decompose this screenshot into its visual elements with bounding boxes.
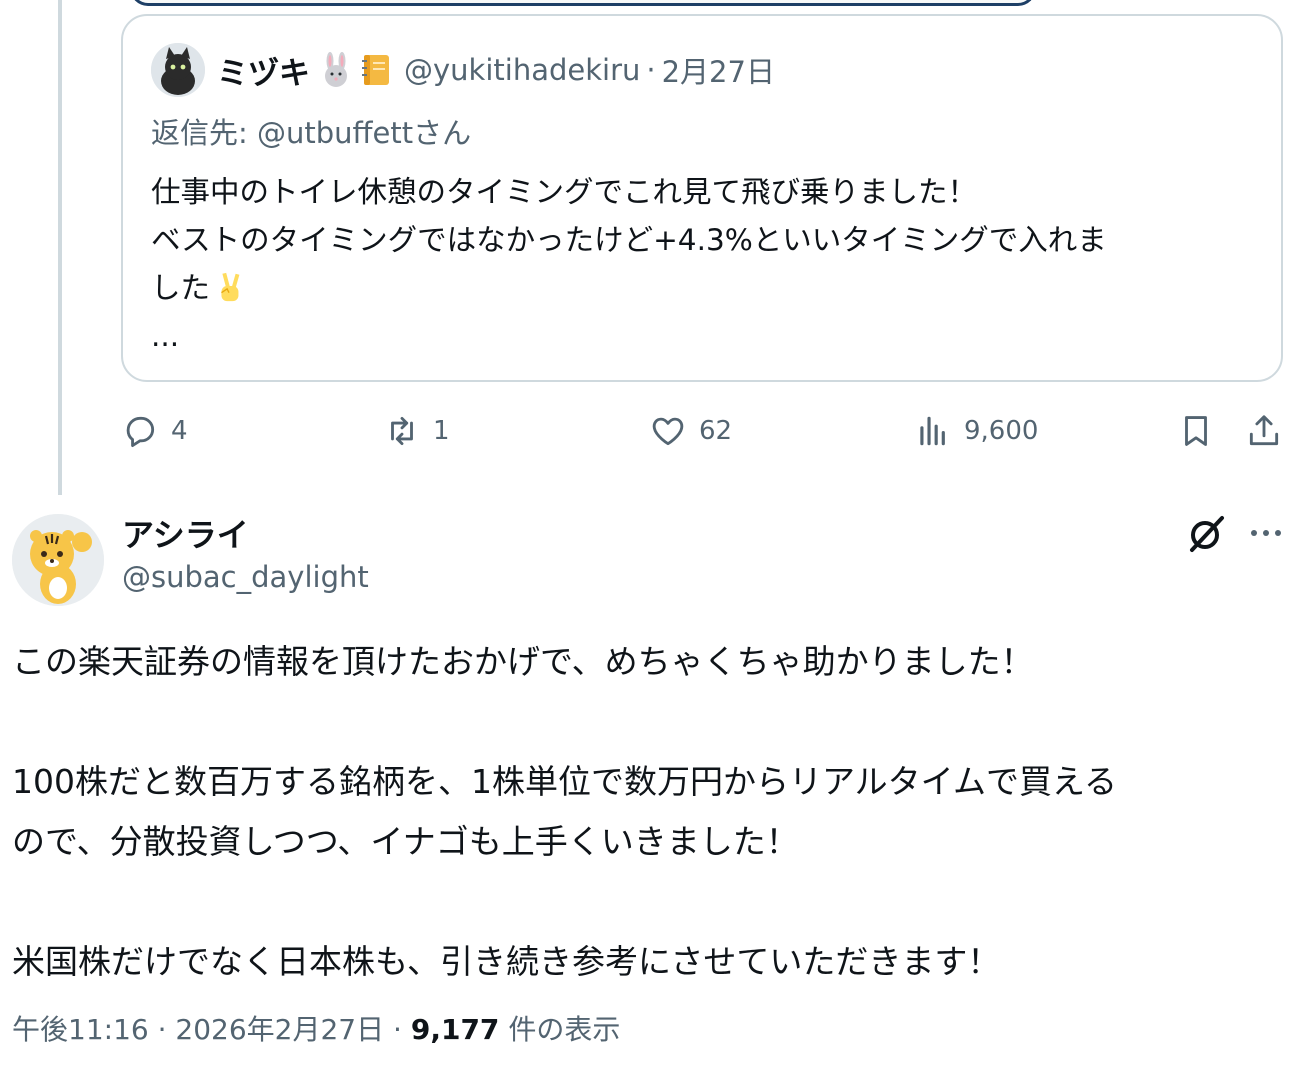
quoted-line: ... (151, 319, 180, 353)
views-count: 9,600 (964, 416, 1039, 446)
victory-hand-emoji-icon (221, 272, 240, 302)
post-text: この楽天証券の情報を頂けたおかげで、めちゃくちゃ助かりました！ 100株だと数百… (12, 632, 1295, 992)
separator-dot: · (157, 1013, 176, 1046)
separator-dot: · (393, 1013, 411, 1046)
quoted-line: した (151, 264, 1261, 312)
thread-connector-line (58, 0, 62, 495)
quoted-header: ミヅキ @yukitihadekiru · 2月27日 (151, 40, 775, 100)
quoted-handle[interactable]: @yukitihadekiru (404, 53, 640, 87)
quoted-date[interactable]: 2月27日 (662, 49, 775, 91)
bookmark-icon (1185, 416, 1207, 446)
views-label: 件の表示 (508, 1013, 621, 1046)
post-time[interactable]: 午後11:16 (12, 1013, 149, 1046)
notebook-emoji-icon (362, 55, 389, 85)
avatar[interactable] (151, 43, 205, 97)
share-icon (1249, 415, 1279, 446)
post-line: ので、分散投資しつつ、イナゴも上手くいきました！ (12, 822, 799, 861)
reply-button[interactable]: 4 (121, 412, 188, 450)
repost-count: 1 (433, 416, 450, 446)
post-line (12, 872, 1295, 932)
quoted-line: ベストのタイミングではなかったけど+4.3%といいタイミングで入れま (151, 223, 1107, 257)
quoted-reply-card[interactable]: ミヅキ @yukitihadekiru · 2月27日 返信先: @utbuff… (121, 14, 1283, 382)
bookmark-button[interactable] (1177, 412, 1227, 450)
quoted-text: 仕事中のトイレ休憩のタイミングでこれ見て飛び乗りました！ ベストのタイミングでは… (151, 168, 1261, 360)
analytics-icon (920, 416, 945, 446)
author-handle[interactable]: @subac_daylight (122, 560, 369, 594)
reply-icon (126, 416, 155, 447)
like-button[interactable]: 62 (649, 412, 732, 450)
post-line: 米国株だけでなく日本株も、引き続き参考にさせていただきます！ (12, 942, 1001, 981)
post-line: この楽天証券の情報を頂けたおかげで、めちゃくちゃ助かりました！ (12, 642, 1034, 681)
separator-dot: · (646, 53, 656, 87)
cat-avatar-image (151, 43, 205, 97)
previous-card-edge (130, 0, 1036, 6)
quoted-display-name[interactable]: ミヅキ (217, 48, 310, 93)
repost-icon (391, 416, 413, 446)
views-total: 9,177 (410, 1013, 500, 1046)
views-button[interactable]: 9,600 (914, 412, 1038, 450)
post-line: 100株だと数百万する銘柄を、1株単位で数万円からリアルタイムで買える (12, 762, 1118, 801)
reply-to-label[interactable]: 返信先: @utbuffettさん (151, 110, 471, 152)
heart-icon (652, 417, 684, 446)
repost-button[interactable]: 1 (383, 412, 450, 450)
share-button[interactable] (1245, 412, 1295, 450)
avatar[interactable] (12, 514, 104, 606)
rabbit-emoji-icon (325, 52, 347, 87)
author-display-name[interactable]: アシライ (122, 510, 249, 556)
post-line (12, 692, 1295, 752)
tiger-avatar-image (12, 514, 104, 606)
quoted-line-text: した (151, 271, 211, 305)
action-bar: 4 1 62 9,600 (121, 412, 1285, 462)
post-metadata: 午後11:16 · 2026年2月27日 · 9,177 件の表示 (12, 1008, 620, 1048)
grok-icon[interactable] (1184, 512, 1228, 556)
post-date[interactable]: 2026年2月27日 (175, 1013, 384, 1046)
reply-count: 4 (171, 416, 188, 446)
more-options-icon[interactable] (1244, 516, 1288, 550)
quoted-line: 仕事中のトイレ休憩のタイミングでこれ見て飛び乗りました！ (151, 175, 978, 209)
like-count: 62 (699, 416, 733, 446)
